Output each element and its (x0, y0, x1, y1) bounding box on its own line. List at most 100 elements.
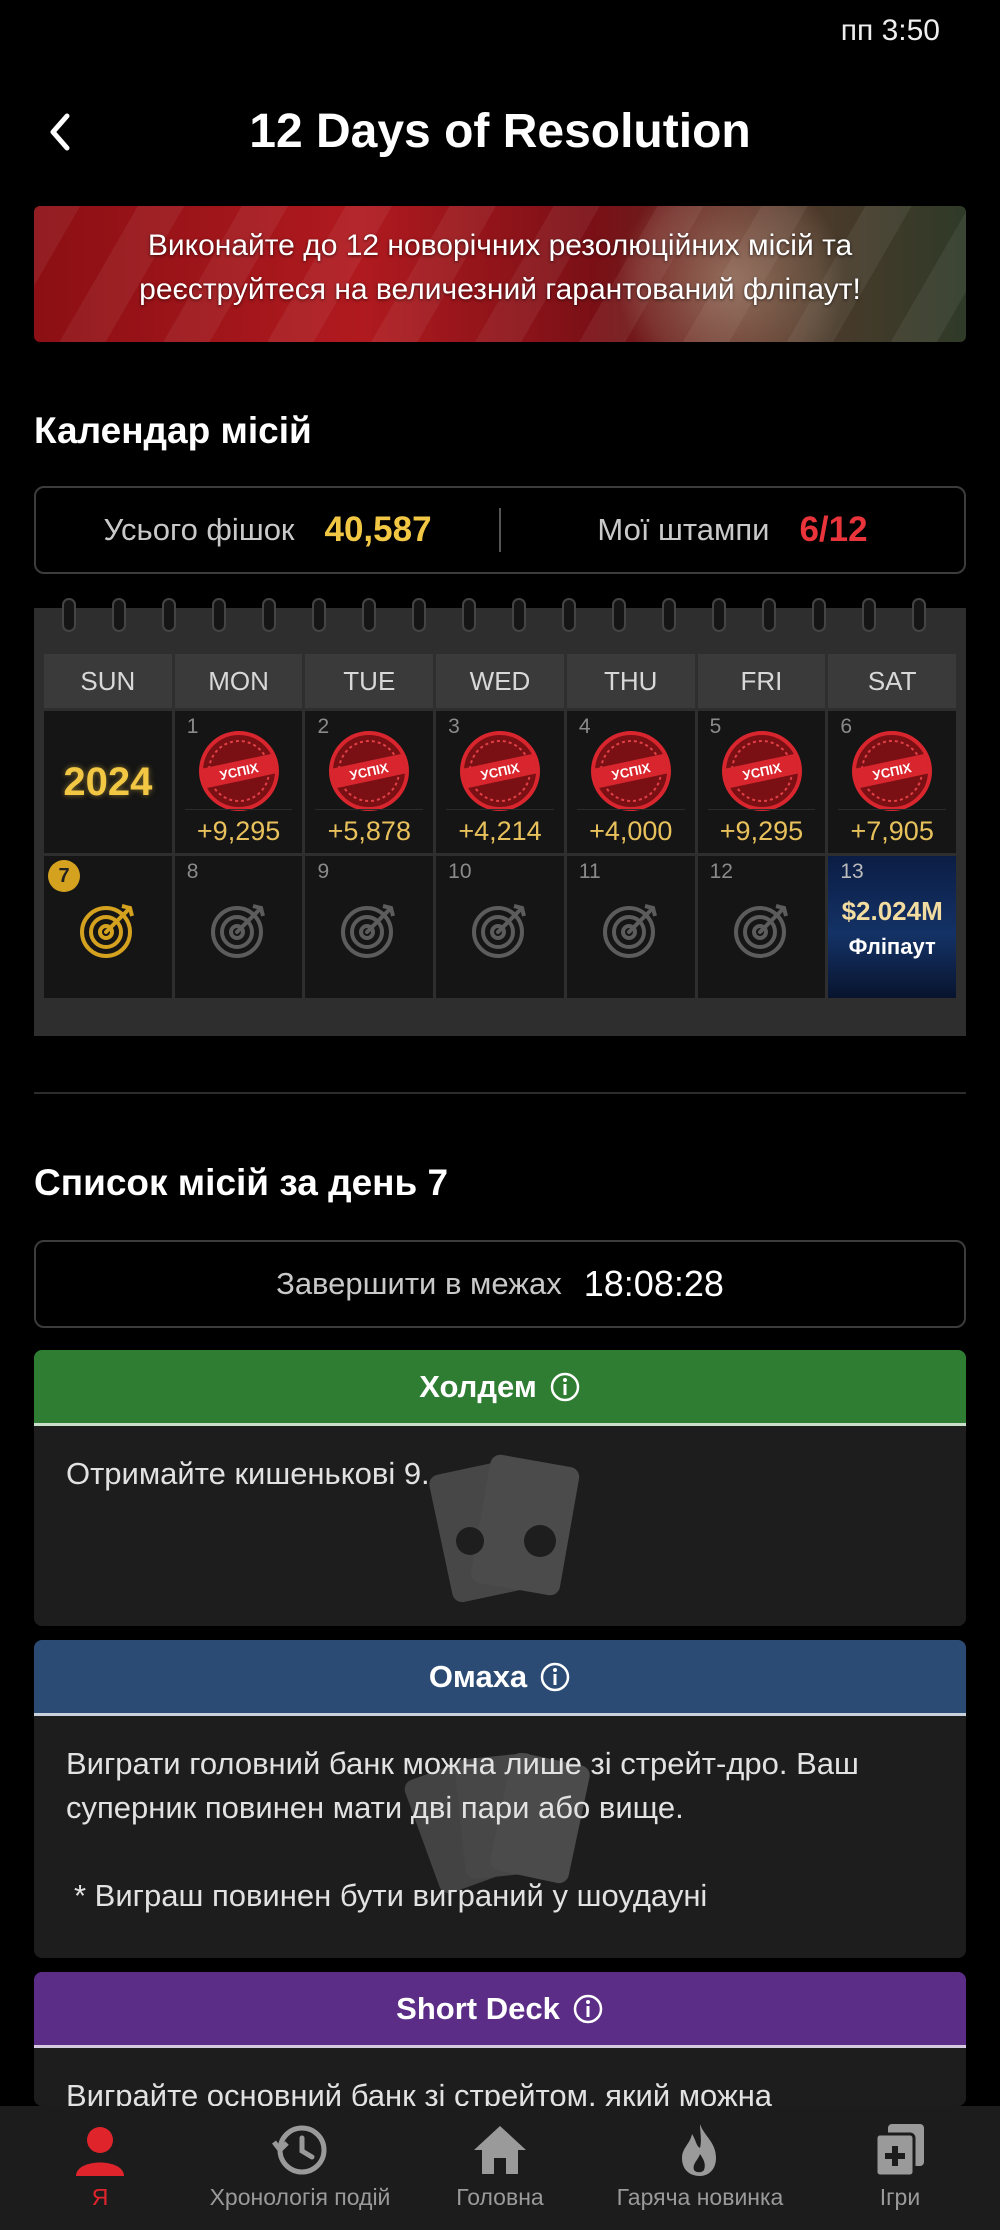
calendar-ring (112, 598, 126, 632)
mission-note: * Виграш повинен бути виграний у шоудаун… (74, 1878, 708, 1913)
calendar-grid: SUN MON TUE WED THU FRI SAT 2024 1 УСПІХ… (44, 654, 957, 1001)
calendar-day-cell[interactable]: 4 УСПІХ +4,000 (566, 711, 695, 853)
day-number: 13 (840, 860, 864, 883)
success-stamp-icon: УСПІХ (721, 731, 802, 811)
calendar-ring (712, 598, 726, 632)
nav-label: Головна (456, 2184, 544, 2210)
banner-line-1: Виконайте до 12 новорічних резолюційних … (147, 229, 853, 262)
timer-value: 18:08:28 (583, 1263, 724, 1304)
history-icon (272, 2125, 327, 2175)
success-stamp-icon: УСПІХ (329, 731, 410, 811)
nav-item-history[interactable]: Хронологія подій (200, 2106, 400, 2230)
calendar-ring (62, 598, 76, 632)
calendar-day-cell[interactable]: 11 (566, 856, 695, 998)
fire-icon (682, 2124, 716, 2176)
calendar-day-cell[interactable]: 12 (697, 856, 826, 998)
calendar-day-cell[interactable]: 6 УСПІХ +7,905 (828, 711, 957, 853)
calendar-rings (34, 598, 966, 638)
day-number: 10 (448, 860, 472, 883)
total-chips-label: Усього фішок (103, 512, 295, 547)
today-day-badge: 7 (48, 860, 80, 892)
success-stamp-icon: УСПІХ (198, 731, 279, 811)
page-title: 12 Days of Resolution (249, 105, 751, 158)
calendar-day-cell-today[interactable]: 7 (44, 856, 172, 998)
stamps-stat: Мої штампи 6/12 (501, 510, 964, 550)
mission-body: Виграйте основний банк зі стрейтом, який… (34, 2048, 966, 2106)
stamps-value: 6/12 (799, 510, 868, 549)
weekday-thu: THU (566, 654, 695, 708)
calendar-day-cell[interactable]: 2 УСПІХ +5,878 (305, 711, 434, 853)
mission-card-holdem[interactable]: Холдем Отримайте кишенькові 9. (34, 1350, 966, 1626)
success-stamp-icon: УСПІХ (590, 731, 671, 811)
flipout-day-cell[interactable]: 13 $2.024M Фліпаут (828, 856, 957, 998)
calendar-ring (612, 598, 626, 632)
banner-line-2: реєструйтеся на величезний гарантований … (139, 273, 861, 306)
mission-card-omaha[interactable]: Омаха Виграти головний банк можна лише з… (34, 1640, 966, 1958)
target-icon (341, 904, 396, 958)
calendar-day-cell[interactable]: 1 УСПІХ +9,295 (174, 711, 303, 853)
promo-banner[interactable]: Виконайте до 12 новорічних резолюційних … (34, 206, 966, 342)
day-chips: +9,295 (707, 809, 816, 847)
weekday-sun: SUN (44, 654, 172, 708)
info-icon[interactable] (549, 1371, 581, 1403)
nav-item-hot-new[interactable]: Гаряча новинка (600, 2106, 800, 2230)
weekday-fri: FRI (697, 654, 826, 708)
calendar-ring (362, 598, 376, 632)
header: 12 Days of Resolution (0, 90, 1000, 180)
mission-header: Холдем (34, 1350, 966, 1426)
nav-label: Я (91, 2184, 109, 2210)
stats-box: Усього фішок 40,587 Мої штампи 6/12 (34, 486, 966, 574)
games-icon (874, 2124, 924, 2178)
day-number: 11 (578, 860, 601, 883)
day-number: 9 (317, 860, 330, 883)
calendar-ring (562, 598, 576, 632)
day-chips: +4,214 (446, 809, 554, 847)
target-icon (472, 904, 527, 958)
profile-icon (76, 2127, 124, 2176)
day-chips: +4,000 (576, 809, 685, 847)
calendar-day-cell[interactable]: 5 УСПІХ +9,295 (697, 711, 826, 853)
nav-item-games[interactable]: Ігри (800, 2106, 1000, 2230)
timer-label: Завершити в межах (276, 1266, 562, 1301)
calendar-day-cell[interactable]: 3 УСПІХ +4,214 (436, 711, 564, 853)
calendar-ring (462, 598, 476, 632)
info-icon[interactable] (539, 1661, 571, 1693)
mission-description: Виграйте основний банк зі стрейтом, який… (66, 2078, 773, 2106)
timer-box: Завершити в межах 18:08:28 (34, 1240, 966, 1328)
mission-calendar: SUN MON TUE WED THU FRI SAT 2024 1 УСПІХ… (34, 598, 966, 1036)
success-stamp-icon: УСПІХ (460, 731, 541, 811)
bottom-nav: Я Хронологія подій Головна Гаряча новинк… (0, 2106, 1000, 2230)
mission-header: Short Deck (34, 1972, 966, 2048)
stamps-label: Мої штампи (597, 512, 770, 547)
mission-card-short-deck[interactable]: Short Deck Виграйте основний банк зі стр… (34, 1972, 966, 2106)
target-icon (210, 904, 265, 958)
calendar-ring (412, 598, 426, 632)
calendar-day-cell[interactable]: 8 (174, 856, 303, 998)
calendar-week-2: 7 8 9 10 11 12 13 $2.024M Фліпаут (44, 856, 957, 998)
calendar-ring (812, 598, 826, 632)
nav-label: Хронологія подій (209, 2184, 391, 2210)
calendar-ring (862, 598, 876, 632)
day-number: 8 (186, 860, 199, 883)
nav-item-me[interactable]: Я (0, 2106, 200, 2230)
mission-name: Холдем (419, 1368, 537, 1404)
day-chips: +9,295 (184, 809, 293, 847)
weekday-mon: MON (174, 654, 303, 708)
day-chips: +7,905 (838, 809, 947, 847)
banner-text: Виконайте до 12 новорічних резолюційних … (34, 206, 966, 312)
status-bar: пп 3:50 (0, 0, 1000, 70)
calendar-week-1: 2024 1 УСПІХ +9,295 2 УСПІХ +5,878 3 УСП… (44, 711, 957, 853)
nav-item-home[interactable]: Головна (400, 2106, 600, 2230)
calendar-ring (762, 598, 776, 632)
info-icon[interactable] (572, 1993, 604, 2025)
calendar-ring (312, 598, 326, 632)
calendar-day-cell[interactable]: 10 (436, 856, 564, 998)
total-chips-stat: Усього фішок 40,587 (36, 510, 499, 550)
status-time: пп 3:50 (840, 14, 940, 47)
calendar-day-cell[interactable]: 9 (305, 856, 434, 998)
weekday-sat: SAT (828, 654, 957, 708)
section-divider (34, 1092, 966, 1094)
mission-name: Омаха (428, 1658, 528, 1694)
missions-section-title: Список місій за день 7 (34, 1162, 449, 1203)
flipout-label: Фліпаут (848, 934, 936, 959)
